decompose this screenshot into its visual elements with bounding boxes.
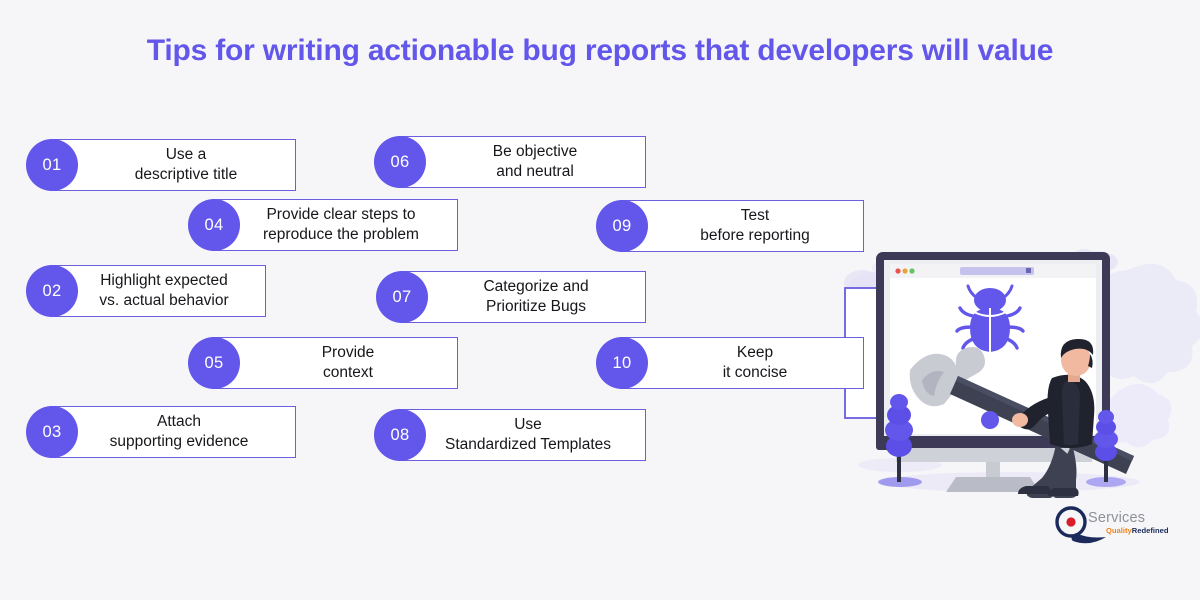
tip-badge-04: 04 bbox=[188, 199, 240, 251]
tip-line2: reproduce the problem bbox=[263, 226, 419, 243]
browser-dot-orange bbox=[902, 268, 908, 274]
tip-box: Be objective and neutral bbox=[398, 136, 646, 188]
tip-item-06[interactable]: Be objective and neutral 06 bbox=[374, 136, 646, 188]
tip-item-02[interactable]: Highlight expected vs. actual behavior 0… bbox=[26, 265, 266, 317]
tip-line2: Prioritize Bugs bbox=[486, 298, 586, 315]
tip-line2: before reporting bbox=[700, 227, 810, 244]
tip-box: Test before reporting bbox=[620, 200, 864, 252]
tip-box: Categorize and Prioritize Bugs bbox=[400, 271, 646, 323]
logo-tagline-part2: Redefined bbox=[1131, 526, 1169, 535]
tip-item-07[interactable]: Categorize and Prioritize Bugs 07 bbox=[376, 271, 646, 323]
tip-badge-10: 10 bbox=[596, 337, 648, 389]
tip-badge-03: 03 bbox=[26, 406, 78, 458]
tip-line2: context bbox=[323, 364, 373, 381]
tip-item-03[interactable]: Attach supporting evidence 03 bbox=[26, 406, 296, 458]
tip-line1: Provide clear steps to bbox=[266, 206, 416, 224]
tip-badge-06: 06 bbox=[374, 136, 426, 188]
tip-line1: Use bbox=[514, 416, 542, 434]
tip-line1: Categorize and bbox=[483, 278, 589, 296]
tip-badge-02: 02 bbox=[26, 265, 78, 317]
tip-box: Provide context bbox=[212, 337, 458, 389]
infographic-canvas: Tips for writing actionable bug reports … bbox=[0, 0, 1200, 600]
tip-line2: and neutral bbox=[496, 163, 574, 180]
tip-line1: Keep bbox=[736, 344, 774, 362]
browser-dot-red bbox=[895, 268, 901, 274]
tip-line2: vs. actual behavior bbox=[99, 292, 229, 309]
tip-item-04[interactable]: Provide clear steps to reproduce the pro… bbox=[188, 199, 458, 251]
logo-tagline: QualityRedefined bbox=[1106, 526, 1168, 535]
page-title: Tips for writing actionable bug reports … bbox=[146, 34, 1054, 67]
tip-line1: Be objective bbox=[492, 143, 578, 161]
illustration bbox=[858, 252, 1140, 498]
tip-line1: Test bbox=[740, 207, 770, 225]
brand-logo[interactable]: Services QualityRedefined bbox=[1052, 506, 1168, 548]
tip-badge-05: 05 bbox=[188, 337, 240, 389]
tip-line1: Use a bbox=[165, 146, 207, 164]
tip-badge-09: 09 bbox=[596, 200, 648, 252]
browser-address-bar[interactable] bbox=[960, 267, 1034, 275]
tip-line2: supporting evidence bbox=[109, 433, 249, 450]
browser-dot-green bbox=[909, 268, 915, 274]
tip-badge-07: 07 bbox=[376, 271, 428, 323]
tip-box: Highlight expected vs. actual behavior bbox=[50, 265, 266, 317]
tip-item-01[interactable]: Use a descriptive title 01 bbox=[26, 139, 296, 191]
hammer-grip-dot bbox=[981, 411, 999, 429]
tip-item-05[interactable]: Provide context 05 bbox=[188, 337, 458, 389]
tip-box: Attach supporting evidence bbox=[50, 406, 296, 458]
logo-tagline-part1: Quality bbox=[1106, 526, 1132, 535]
tip-badge-01: 01 bbox=[26, 139, 78, 191]
tip-box: Use Standardized Templates bbox=[398, 409, 646, 461]
tip-badge-08: 08 bbox=[374, 409, 426, 461]
tip-line1: Provide bbox=[321, 344, 375, 362]
tip-box: Keep it concise bbox=[620, 337, 864, 389]
tip-line1: Highlight expected bbox=[100, 272, 228, 290]
tip-line2: descriptive title bbox=[134, 166, 238, 183]
tip-line1: Attach bbox=[157, 413, 201, 431]
logo-name: Services bbox=[1088, 510, 1146, 526]
q-tail-icon bbox=[1071, 533, 1106, 544]
browser-search-icon bbox=[1026, 268, 1031, 273]
tip-line2: Standardized Templates bbox=[444, 436, 611, 453]
tip-item-08[interactable]: Use Standardized Templates 08 bbox=[374, 409, 646, 461]
tip-item-10[interactable]: Keep it concise 10 bbox=[596, 337, 864, 389]
tip-box: Provide clear steps to reproduce the pro… bbox=[212, 199, 458, 251]
tip-line2: it concise bbox=[722, 364, 788, 381]
tip-box: Use a descriptive title bbox=[50, 139, 296, 191]
tip-item-09[interactable]: Test before reporting 09 bbox=[596, 200, 864, 252]
q-center-dot bbox=[1066, 517, 1076, 527]
